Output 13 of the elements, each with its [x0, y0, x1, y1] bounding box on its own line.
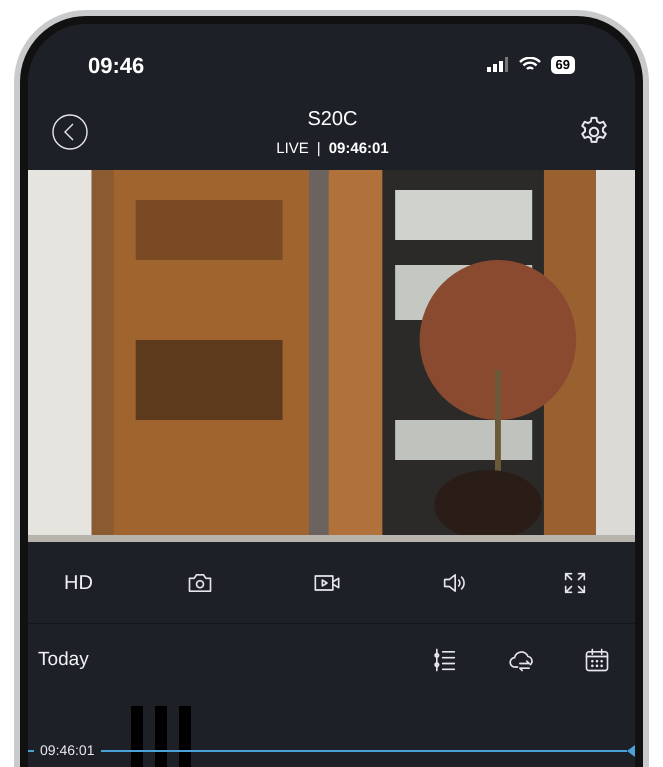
- calendar-icon[interactable]: [583, 646, 611, 674]
- device-title: S20C: [307, 106, 358, 132]
- timeline-marker-icon: [627, 744, 635, 756]
- day-label[interactable]: Today: [38, 646, 89, 674]
- signal-icon: [486, 57, 509, 73]
- live-label: LIVE: [276, 138, 309, 159]
- battery-indicator: 69: [550, 56, 575, 74]
- status-time: 09:46: [88, 52, 144, 80]
- live-time: 09:46:01: [328, 138, 389, 159]
- separator: |: [316, 138, 321, 159]
- back-icon[interactable]: [52, 114, 88, 150]
- recording-segments-drawing: [131, 706, 193, 767]
- hd-button[interactable]: HD: [64, 568, 93, 598]
